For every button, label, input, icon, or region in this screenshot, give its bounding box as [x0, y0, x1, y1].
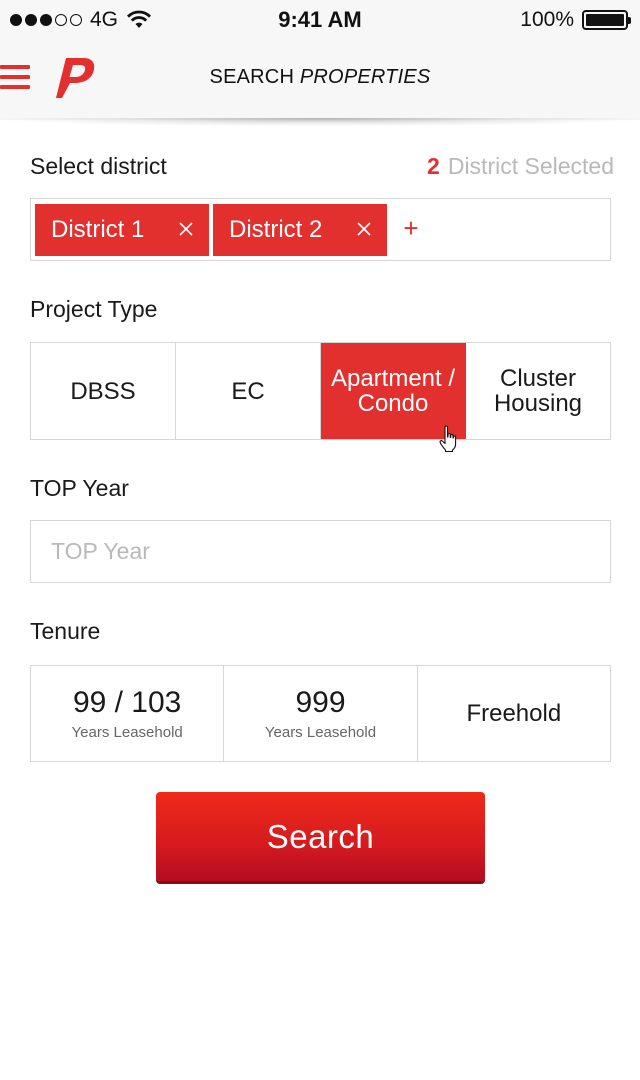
nav-bar: SEARCH PROPERTIES	[0, 40, 640, 120]
search-button[interactable]: Search	[156, 792, 485, 881]
tenure-label: Tenure	[30, 618, 101, 644]
project-type-option-label: Cluster Housing	[493, 365, 583, 417]
district-count-number: 2	[427, 153, 440, 179]
battery-percent: 100%	[520, 8, 574, 31]
project-type-option-apartment-condo[interactable]: Apartment / Condo	[321, 343, 466, 453]
add-district-button[interactable]: +	[401, 213, 421, 244]
project-type-option-dbss[interactable]: DBSS	[31, 343, 176, 439]
tenure-option-999[interactable]: 999 Years Leasehold	[224, 666, 418, 761]
page-title-regular: SEARCH	[209, 66, 295, 88]
district-chip[interactable]: District 1	[35, 204, 209, 256]
hand-cursor-icon	[439, 425, 457, 453]
battery-icon	[582, 10, 631, 30]
project-type-selector: DBSS EC Apartment / Condo Cluster Housin…	[30, 342, 611, 453]
tenure-selector: 99 / 103 Years Leasehold 999 Years Lease…	[30, 665, 611, 762]
tenure-option-sub: Years Leasehold	[71, 723, 183, 741]
tenure-option-sub: Years Leasehold	[264, 723, 377, 741]
district-chip[interactable]: District 2	[213, 204, 387, 256]
district-label: Select district	[30, 153, 167, 179]
page-title-italic: PROPERTIES	[299, 66, 431, 88]
tenure-option-99-103[interactable]: 99 / 103 Years Leasehold	[31, 666, 225, 761]
district-count: 2 District Selected	[427, 153, 614, 180]
project-type-option-cluster-housing[interactable]: Cluster Housing	[466, 343, 610, 439]
top-year-label: TOP Year	[30, 475, 129, 501]
nav-shadow	[0, 118, 640, 126]
page-title: SEARCH PROPERTIES	[0, 66, 640, 89]
status-bar: 4G 9:41 AM 100%	[0, 0, 640, 40]
project-type-option-ec[interactable]: EC	[176, 343, 321, 439]
project-type-label: Project Type	[30, 296, 158, 322]
tenure-option-value: 99 / 103	[72, 685, 182, 719]
tenure-option-value: 999	[295, 685, 346, 719]
district-chip-label: District 2	[229, 216, 323, 243]
status-right: 100%	[520, 8, 631, 32]
district-chip-label: District 1	[51, 216, 145, 243]
tenure-option-freehold[interactable]: Freehold	[418, 666, 610, 761]
district-chip-box[interactable]: District 1 District 2 +	[30, 198, 611, 261]
top-year-input[interactable]	[30, 520, 611, 583]
district-count-text: District Selected	[447, 153, 614, 179]
close-icon[interactable]	[177, 220, 195, 238]
project-type-option-label: Apartment / Condo	[330, 365, 456, 417]
close-icon[interactable]	[355, 220, 373, 238]
tenure-option-value: Freehold	[466, 700, 562, 727]
